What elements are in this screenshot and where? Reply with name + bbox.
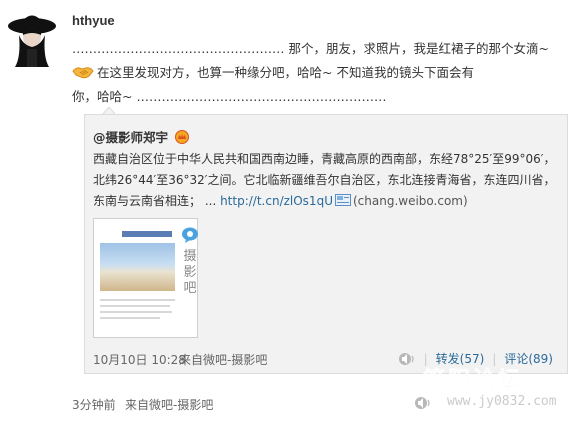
thumbnail-photo xyxy=(100,243,175,291)
source-link[interactable]: http://t.cn/zlOs1qU xyxy=(220,194,333,208)
source-text-line-2: 北纬26°44′至36°32′之间。它北临新疆维吾尔自治区，东北连接青海省，东连… xyxy=(93,173,556,187)
watermark: 简阳论坛 www.jy0832.com xyxy=(419,362,569,420)
watermark-title: 简阳论坛 xyxy=(423,368,524,394)
post-time[interactable]: 3分钟前 xyxy=(72,396,116,413)
post-text: …………………………………………… 那个，朋友，求照片，我是红裙子的那个女滴~ … xyxy=(72,37,567,109)
source-link-domain[interactable]: (chang.weibo.com) xyxy=(353,194,468,208)
post-via[interactable]: 来自微吧-摄影吧 xyxy=(125,396,213,413)
thumbnail-text-line xyxy=(100,299,175,301)
source-text-line-1: 西藏自治区位于中华人民共和国西南边睡，青藏高原的西南部，东经78°25′至99°… xyxy=(93,152,556,166)
source-user: @摄影师郑宇 xyxy=(93,127,190,146)
source-text-line-3-text: 东南与云南省相连； ... xyxy=(93,194,221,208)
post-text-line-3: 你，哈哈~ …………………………………………………… xyxy=(72,89,387,104)
thumbnail-badge[interactable]: 摄影吧 xyxy=(178,227,202,299)
repost-box: @摄影师郑宇 西藏自治区位于中华人民共和国西南边睡，青藏高原的西南部，东经78°… xyxy=(84,114,568,374)
source-via[interactable]: 来自微吧-摄影吧 xyxy=(179,351,267,368)
thumbnail-badge-label: 摄影吧 xyxy=(183,249,197,296)
source-time[interactable]: 10月10日 10:28 xyxy=(93,351,186,368)
post-text-line-1: …………………………………………… 那个，朋友，求照片，我是红裙子的那个女滴~ xyxy=(72,41,549,56)
post-text-line-2: 在这里发现对方，也算一种缘分吧，哈哈~ 不知道我的镜头下面会有 xyxy=(72,61,567,85)
handshake-icon xyxy=(72,67,94,79)
avatar[interactable] xyxy=(7,5,57,67)
post-text-line-2-text: 在这里发现对方，也算一种缘分吧，哈哈~ 不知道我的镜头下面会有 xyxy=(97,65,474,80)
thumbnail-text-line xyxy=(100,311,172,313)
source-username[interactable]: @摄影师郑宇 xyxy=(93,130,168,145)
thumbnail-title-bar xyxy=(122,231,172,237)
source-text: 西藏自治区位于中华人民共和国西南边睡，青藏高原的西南部，东经78°25′至99°… xyxy=(93,149,563,212)
link-preview-icon[interactable] xyxy=(334,194,351,206)
watermark-url: www.jy0832.com xyxy=(447,394,557,409)
thumbnail-text-line xyxy=(100,317,160,319)
source-text-line-3: 东南与云南省相连； ... http://t.cn/zlOs1qU (chang.… xyxy=(93,191,563,212)
avatar-image xyxy=(7,5,57,67)
speech-bubble-icon xyxy=(182,227,198,243)
thumbnail-text-line xyxy=(100,305,170,307)
crown-badge-icon xyxy=(175,130,190,144)
username[interactable]: hthyue xyxy=(72,13,115,28)
audio-icon[interactable] xyxy=(398,352,416,366)
